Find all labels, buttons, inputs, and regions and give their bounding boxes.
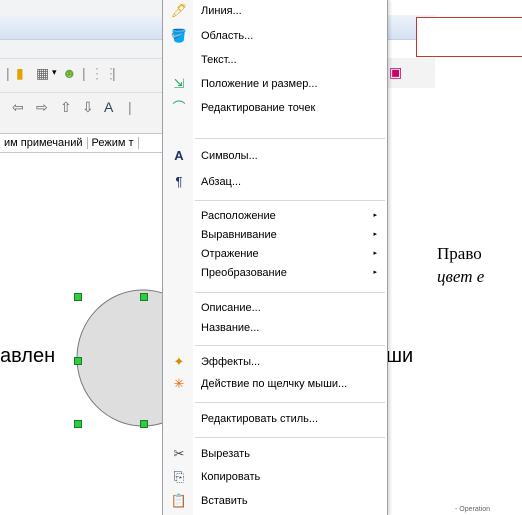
- view-mode-tabs: им примечаний Режим т: [0, 133, 168, 153]
- menu-item-description[interactable]: Описание...: [163, 297, 387, 319]
- menu-separator: [195, 345, 385, 346]
- menu-separator: [195, 402, 385, 403]
- menu-separator: [195, 138, 385, 139]
- menu-item-position-size[interactable]: ⇲ Положение и размер...: [163, 73, 387, 95]
- menu-item-name[interactable]: Название...: [163, 317, 387, 339]
- resize-handle[interactable]: [74, 420, 82, 428]
- menu-item-edit-points[interactable]: ⌒ Редактирование точек: [163, 97, 387, 119]
- menu-item-effects[interactable]: ✦ Эффекты...: [163, 351, 387, 373]
- drawing-toolbar: | ▮ ▦ ▾ ☻ | ⋮⋮ |: [0, 58, 168, 89]
- menu-item-label: Абзац...: [201, 176, 242, 188]
- separator-icon: |: [128, 99, 132, 115]
- menu-item-label: Действие по щелчку мыши...: [201, 378, 348, 390]
- document-text-line-2: цвет е: [437, 267, 485, 286]
- menu-item-line[interactable]: 🖊 Линия...: [163, 0, 387, 22]
- characters-icon: A: [174, 148, 184, 163]
- resize-handle[interactable]: [74, 293, 82, 301]
- mouse-click-icon: ✳: [173, 376, 185, 391]
- menu-item-label: Эффекты...: [201, 356, 261, 368]
- arrow-left-icon[interactable]: ⇦: [12, 99, 24, 116]
- menu-item-convert[interactable]: Преобразование ▸: [163, 262, 387, 284]
- menu-item-mouse-click-action[interactable]: ✳ Действие по щелчку мыши...: [163, 373, 387, 395]
- position-size-icon: ⇲: [173, 76, 185, 91]
- area-fill-icon: 🪣: [170, 28, 188, 43]
- menu-item-characters[interactable]: A Символы...: [163, 145, 387, 167]
- chevron-down-icon[interactable]: ▾: [52, 67, 57, 78]
- paragraph-icon: ¶: [175, 174, 183, 189]
- resize-handle[interactable]: [74, 357, 82, 365]
- menu-separator: [195, 437, 385, 438]
- menu-item-label: Название...: [201, 322, 260, 334]
- menu-item-paste[interactable]: 📋 Вставить: [163, 490, 387, 512]
- arrow-down-icon[interactable]: ⇩: [82, 99, 94, 116]
- tab-mode[interactable]: Режим т: [87, 137, 139, 149]
- arrow-right-icon[interactable]: ⇨: [36, 99, 48, 116]
- menu-item-label: Редактирование точек: [201, 102, 316, 114]
- menu-item-label: Вырезать: [201, 448, 250, 460]
- copy-icon: ⎘: [173, 469, 185, 484]
- document-text-line-1: Право: [437, 244, 482, 263]
- text-anchor-icon[interactable]: A: [104, 99, 113, 115]
- paste-icon: 📋: [170, 493, 188, 508]
- menu-item-text[interactable]: Текст...: [163, 49, 387, 71]
- effects-icon: ✦: [173, 354, 185, 369]
- resize-handle[interactable]: [140, 293, 148, 301]
- menu-separator: [195, 292, 385, 293]
- arrow-up-icon[interactable]: ⇧: [60, 99, 72, 116]
- menu-item-label: Область...: [201, 30, 254, 42]
- separator-icon: |: [112, 65, 116, 81]
- menu-item-label: Преобразование: [201, 267, 287, 279]
- menu-item-label: Редактировать стиль...: [201, 413, 319, 425]
- context-menu: 🖊 Линия... 🪣 Область... Текст... ⇲ Полож…: [162, 0, 388, 515]
- menu-item-label: Вставить: [201, 495, 248, 507]
- menu-item-label: Текст...: [201, 54, 237, 66]
- menu-item-area[interactable]: 🪣 Область...: [163, 25, 387, 47]
- menu-item-label: Линия...: [201, 5, 242, 17]
- menu-item-copy[interactable]: ⎘ Копировать: [163, 466, 387, 488]
- menu-separator: [195, 200, 385, 201]
- menu-item-label: Символы...: [201, 150, 258, 162]
- table-icon[interactable]: ▦: [36, 65, 49, 82]
- shape-text-right: ши: [386, 345, 414, 367]
- points-toolbar: ⇦ ⇨ ⇧ ⇩ A |: [0, 92, 168, 123]
- cropped-caption: - Operation: [455, 506, 491, 513]
- scissors-icon: ✂: [173, 446, 185, 461]
- tab-notes-view[interactable]: им примечаний: [0, 137, 88, 149]
- separator-icon: |: [82, 65, 86, 81]
- menu-item-label: Описание...: [201, 302, 261, 314]
- title-toolbar-strip: [0, 15, 168, 40]
- chart-icon[interactable]: ▮: [16, 65, 24, 82]
- menu-item-paragraph[interactable]: ¶ Абзац...: [163, 171, 387, 193]
- line-icon: 🖊: [170, 3, 188, 18]
- edit-points-icon: ⌒: [172, 100, 186, 115]
- toolbar-area: | ▮ ▦ ▾ ☻ | ⋮⋮ | ⇦ ⇨ ⇧ ⇩ A | им примечан…: [0, 0, 168, 153]
- menu-item-label: Копировать: [201, 471, 261, 483]
- presentation-icon[interactable]: ▣: [389, 64, 402, 81]
- highlight-box: [416, 17, 522, 57]
- right-toolbar-strip-2: ▣: [385, 58, 435, 88]
- separator-icon: |: [6, 65, 10, 81]
- submenu-arrow-icon: ▸: [373, 269, 377, 276]
- menu-item-cut[interactable]: ✂ Вырезать: [163, 443, 387, 465]
- menu-item-label: Положение и размер...: [201, 78, 318, 90]
- smiley-icon[interactable]: ☻: [62, 65, 77, 81]
- menu-item-edit-style[interactable]: Редактировать стиль...: [163, 408, 387, 430]
- shape-text-left: авлен: [0, 345, 56, 367]
- resize-handle[interactable]: [140, 420, 148, 428]
